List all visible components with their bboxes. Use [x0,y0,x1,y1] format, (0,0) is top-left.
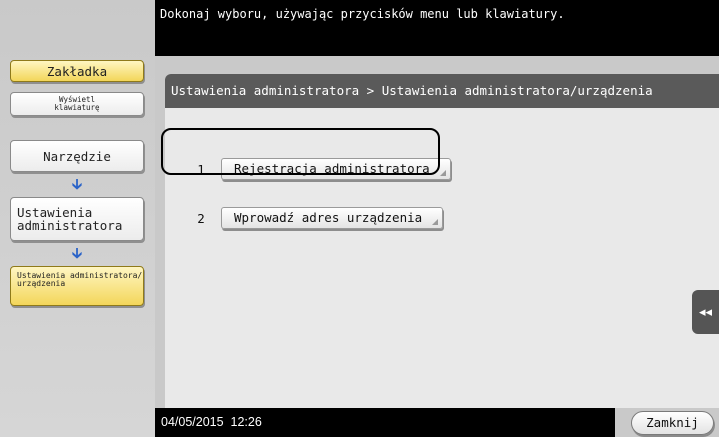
double-chevron-left-icon[interactable]: ◂◂ [692,290,719,334]
sidebar: Zakładka Wyświetl klawiaturę Narzędzie 🡳… [0,0,155,437]
instruction-bar: Dokonaj wyboru, używając przycisków menu… [155,0,719,56]
path-item-admin-device-settings[interactable]: Ustawienia administratora/ urządzenia [10,266,144,306]
instruction-text: Dokonaj wyboru, używając przycisków menu… [160,7,565,21]
tab-button[interactable]: Zakładka [10,60,144,82]
device-address-label: Wprowadź adres urządzenia [234,210,423,225]
arrow-down-icon: 🡳 [71,244,83,262]
main-area: Ustawienia administratora > Ustawienia a… [155,56,719,408]
device-address-button[interactable]: Wprowadź adres urządzenia [221,207,444,229]
datetime-text: 04/05/2015 12:26 [161,415,262,429]
footer-bar: 04/05/2015 12:26 Zamknij [155,408,719,437]
item-number: 2 [197,210,205,226]
show-keyboard-button[interactable]: Wyświetl klawiaturę [10,92,144,116]
side-tab-glyph: ◂◂ [698,304,713,320]
menu-item-device-address: 2 Wprowadź adres urządzenia [181,207,444,229]
path-item-tool[interactable]: Narzędzie [10,140,144,172]
breadcrumb-text: Ustawienia administratora > Ustawienia a… [171,83,653,98]
path-item-label: Narzędzie [43,148,111,164]
tab-button-label: Zakładka [46,63,108,79]
arrow-down-icon: 🡳 [71,175,83,193]
breadcrumb: Ustawienia administratora > Ustawienia a… [165,74,719,108]
show-keyboard-label: Wyświetl klawiaturę [54,95,100,112]
close-button[interactable]: Zamknij [631,411,714,435]
datetime-display: 04/05/2015 12:26 [155,408,615,437]
path-item-label: Ustawienia administratora/ urządzenia [17,271,143,288]
path-item-label: Ustawienia administratora [17,205,123,233]
highlight-outline [161,128,440,175]
path-item-admin-settings[interactable]: Ustawienia administratora [10,197,144,241]
content-panel: Ustawienia administratora > Ustawienia a… [165,74,719,408]
close-button-label: Zamknij [646,415,699,430]
